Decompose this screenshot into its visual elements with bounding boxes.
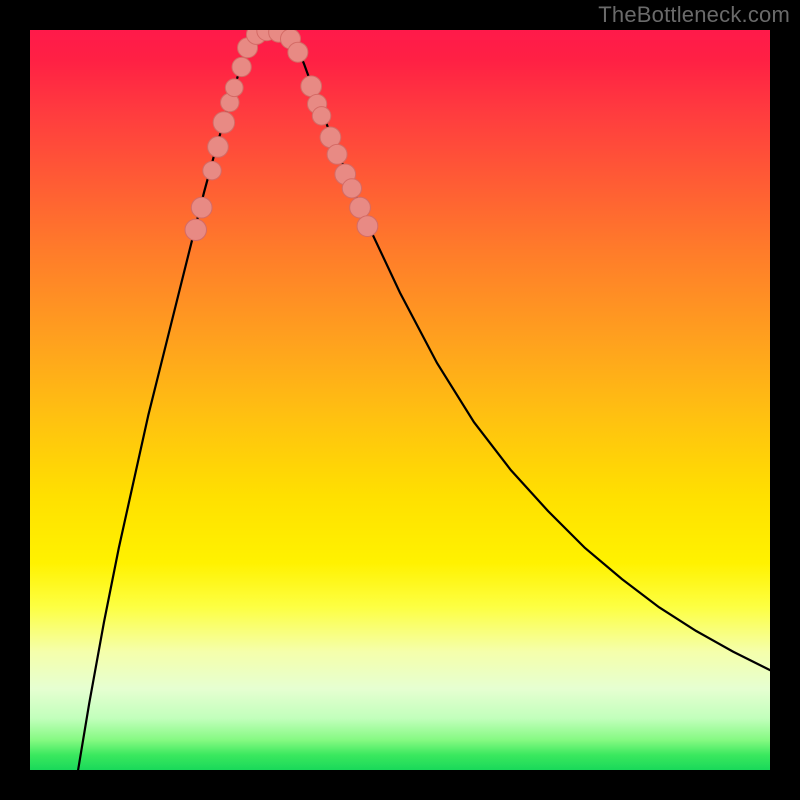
data-marker	[185, 219, 206, 240]
data-marker	[225, 79, 243, 97]
data-marker	[213, 112, 234, 133]
data-marker	[312, 107, 331, 126]
data-marker	[208, 137, 229, 158]
attribution-text: TheBottleneck.com	[598, 2, 790, 28]
data-marker	[342, 179, 361, 198]
data-marker	[357, 216, 378, 237]
data-marker	[350, 197, 371, 218]
chart-svg	[30, 30, 770, 770]
plot-area	[30, 30, 770, 770]
data-marker	[327, 144, 347, 164]
data-marker	[191, 197, 212, 218]
data-marker	[288, 42, 308, 62]
data-marker	[301, 76, 322, 97]
data-marker	[232, 57, 251, 76]
data-marker	[203, 161, 222, 180]
data-markers	[185, 30, 378, 241]
chart-frame: TheBottleneck.com	[0, 0, 800, 800]
curve-path	[78, 31, 770, 770]
bottleneck-curve	[78, 31, 770, 770]
